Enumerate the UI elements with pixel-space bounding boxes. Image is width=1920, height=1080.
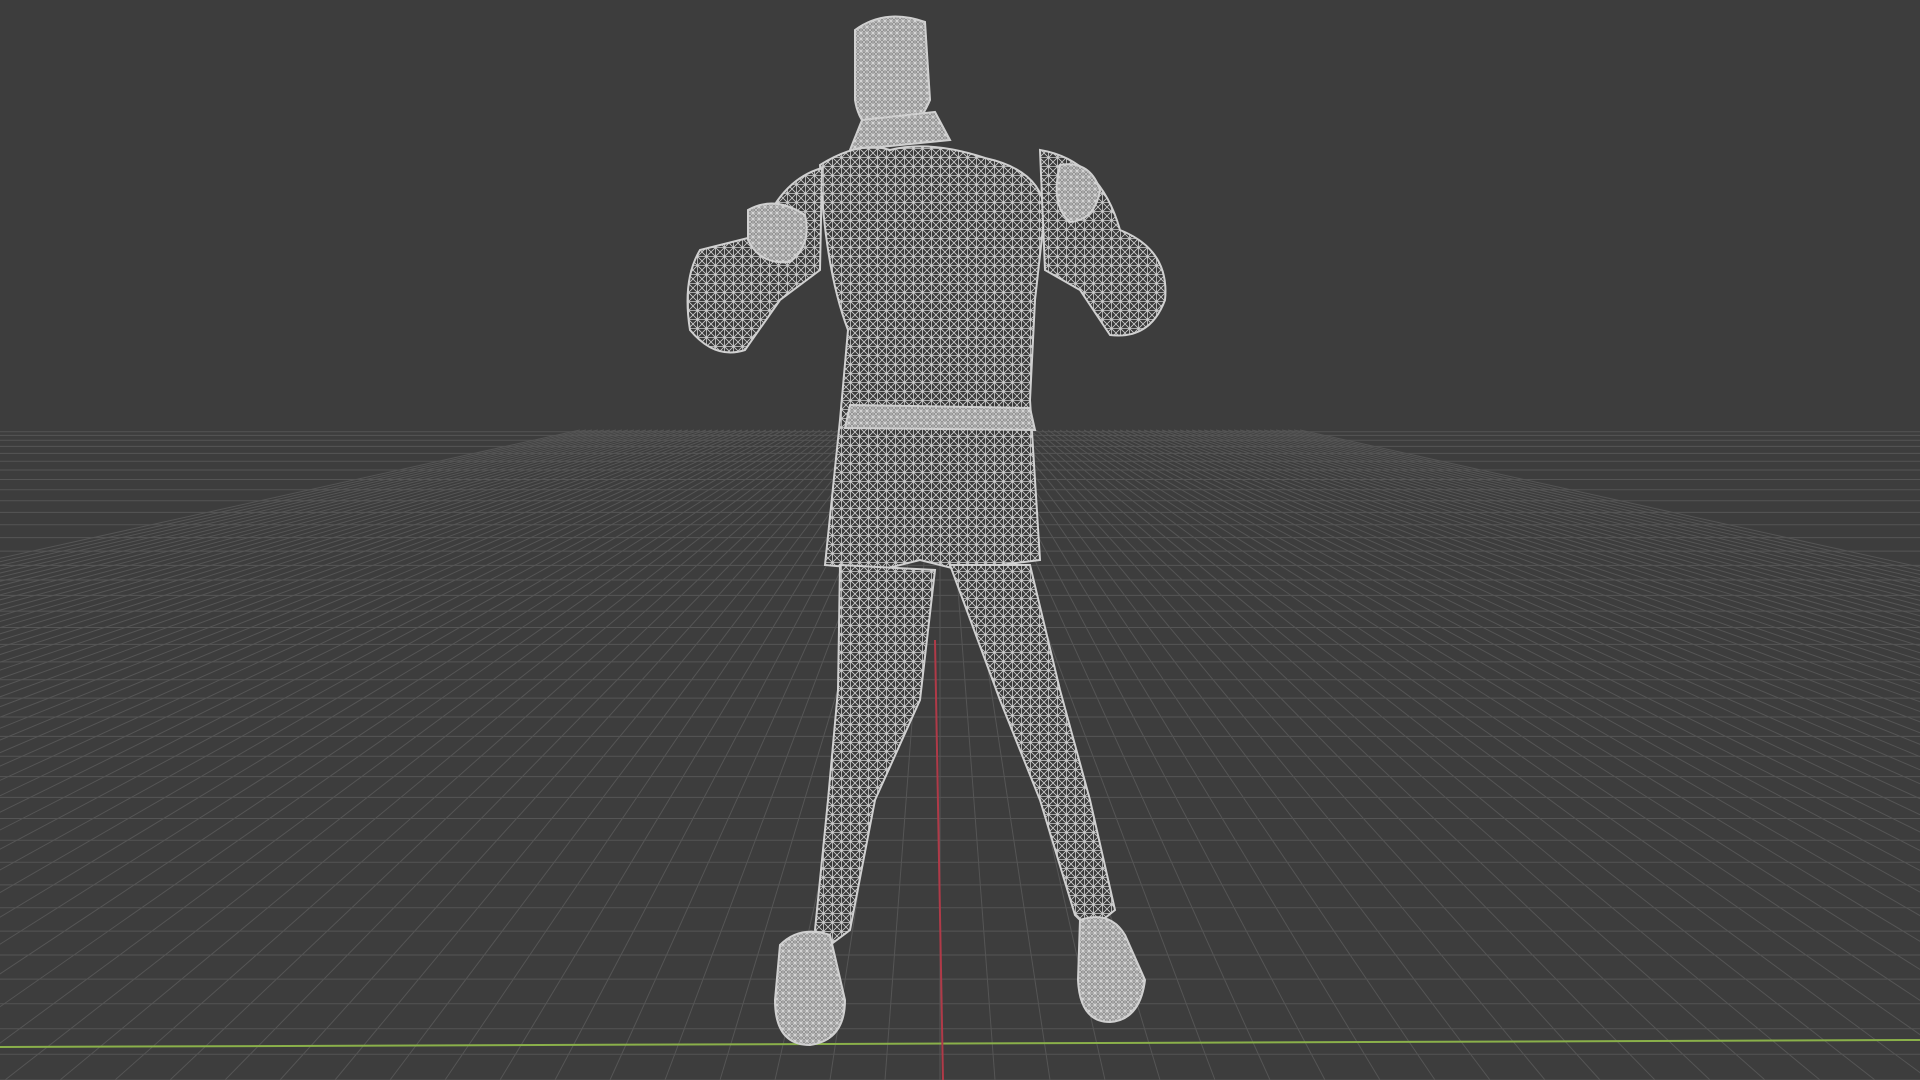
grid-line: [1113, 429, 1920, 800]
grid-line: [1047, 429, 1920, 1074]
grid-line: [1227, 429, 1920, 622]
grid-line: [0, 429, 749, 741]
grid-line: [1059, 429, 1920, 1002]
grid-line: [4, 429, 839, 1080]
mesh-torso: [818, 145, 1047, 572]
mesh-belt: [843, 403, 1037, 432]
mesh-left-foot: [773, 930, 847, 1047]
grid-line: [0, 429, 797, 871]
grid-line: [1251, 429, 1920, 601]
3d-viewport[interactable]: [0, 0, 1920, 1080]
grid-line: [114, 429, 851, 1080]
grid-line: [0, 429, 689, 648]
grid-line: [1209, 429, 1920, 640]
mesh-left-fist: [747, 202, 808, 264]
grid-line: [0, 429, 767, 781]
grid-line: [0, 429, 779, 813]
grid-line: [0, 429, 647, 606]
grid-line: [1263, 429, 1920, 592]
mesh-right-leg: [948, 564, 1117, 932]
mesh-left-leg: [813, 563, 937, 947]
grid-line: [1203, 429, 1920, 647]
grid-line: [1041, 429, 1876, 1080]
grid-line: [1173, 429, 1920, 685]
grid-line: [0, 429, 743, 729]
mesh-left-arm: [686, 166, 824, 354]
y-axis-line: [934, 639, 944, 1080]
grid-line: [0, 429, 611, 578]
grid-line: [0, 429, 803, 894]
grid-line: [1245, 429, 1920, 606]
grid-line: [0, 429, 755, 754]
grid-line: [0, 429, 695, 656]
grid-line: [1149, 429, 1920, 723]
grid-line: [0, 429, 617, 582]
grid-line: [0, 429, 791, 850]
grid-line: [0, 429, 665, 623]
grid-line: [1155, 429, 1920, 713]
grid-line: [224, 429, 863, 1080]
grid-line: [0, 429, 725, 698]
viewport-canvas[interactable]: [0, 0, 1920, 1080]
grid-line: [1167, 429, 1920, 694]
character-mesh[interactable]: [686, 15, 1167, 1047]
mesh-right-foot: [1076, 916, 1147, 1024]
grid-line: [0, 429, 701, 663]
grid-line: [0, 429, 821, 975]
x-axis-line: [0, 1039, 1920, 1048]
grid-line: [0, 429, 587, 563]
grid-line: [0, 429, 593, 566]
grid-line: [1071, 429, 1920, 942]
grid-line: [0, 429, 671, 629]
grid-line: [0, 429, 719, 688]
grid-line: [1257, 429, 1920, 597]
